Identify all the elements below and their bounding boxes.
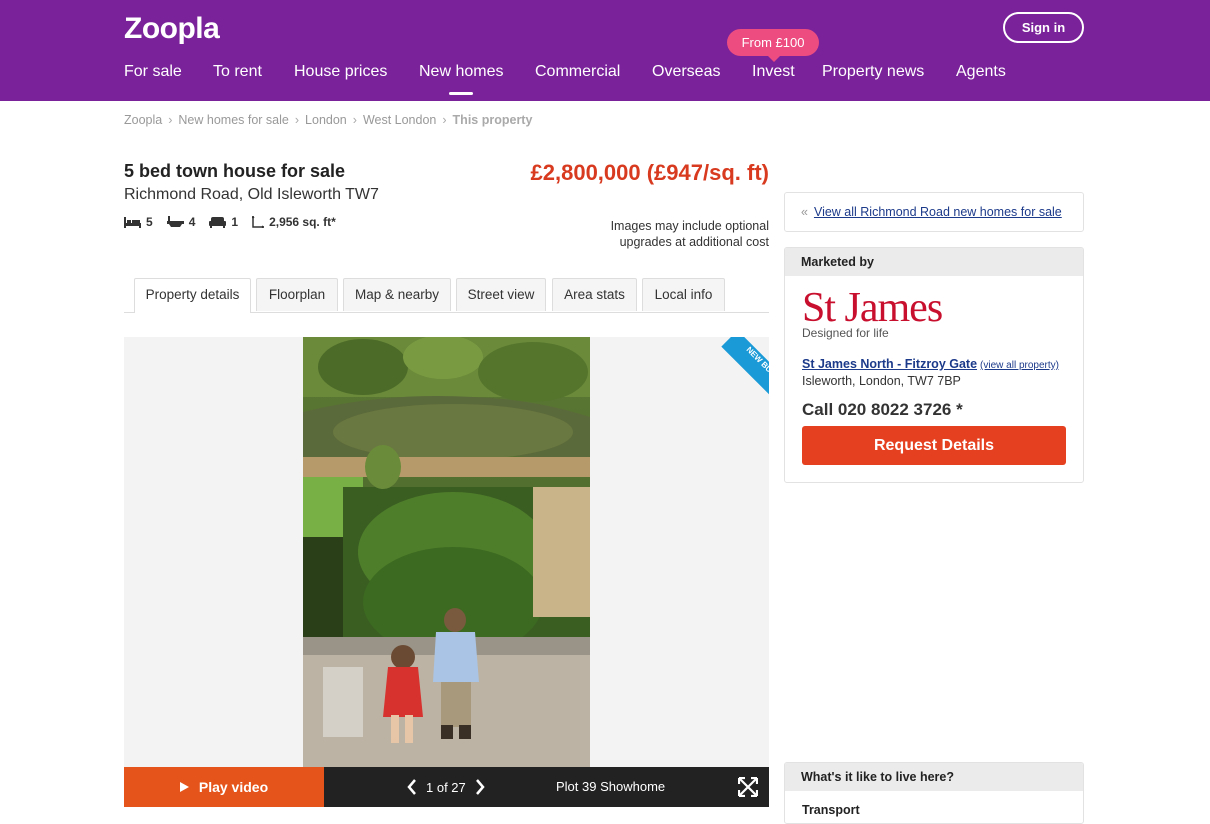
- view-all-development-link[interactable]: View all Richmond Road new homes for sal…: [814, 205, 1062, 219]
- agent-branch-link[interactable]: St James North - Fitzroy Gate (view all p…: [802, 357, 1059, 371]
- agent-phone[interactable]: Call 020 8022 3726 *: [802, 400, 963, 420]
- nav-house-prices[interactable]: House prices: [294, 63, 387, 81]
- beds-count: 5: [146, 215, 153, 229]
- live-here-panel: What's it like to live here? Transport: [784, 762, 1084, 824]
- property-tabs: Property details Floorplan Map & nearby …: [124, 278, 769, 313]
- photo-gallery[interactable]: NEW BUILD: [124, 337, 769, 767]
- breadcrumb-current: This property: [452, 113, 533, 127]
- back-link: « View all Richmond Road new homes for sa…: [801, 205, 1062, 219]
- bed-icon: [124, 217, 141, 228]
- agent-address: Isleworth, London, TW7 7BP: [802, 374, 961, 388]
- nav-for-sale[interactable]: For sale: [124, 63, 182, 81]
- photo-caption: Plot 39 Showhome: [556, 779, 666, 794]
- site-header: Zoopla Sign in From £100 For sale To ren…: [0, 0, 1210, 101]
- double-chevron-left-icon: «: [801, 205, 808, 219]
- next-arrow-icon[interactable]: [472, 767, 488, 807]
- active-nav-indicator: [449, 92, 473, 95]
- nav-invest[interactable]: Invest: [752, 63, 795, 81]
- marketed-by-heading: Marketed by: [785, 248, 1083, 276]
- tab-floorplan[interactable]: Floorplan: [256, 278, 338, 311]
- listing-title: 5 bed town house for sale: [124, 161, 346, 181]
- receptions-count: 1: [231, 215, 239, 229]
- gallery-controls: Play video 1 of 27 Plot 39 Showhome: [124, 767, 769, 807]
- images-disclaimer-line1: Images may include optional: [610, 219, 769, 233]
- area-feature: 2,956 sq. ft*: [252, 215, 336, 229]
- breadcrumb-london[interactable]: London: [305, 113, 347, 127]
- agent-logo-tagline: Designed for life: [802, 326, 889, 340]
- breadcrumb: Zoopla › New homes for sale › London › West Lo…: [124, 113, 532, 127]
- play-icon: [179, 782, 189, 792]
- nav-to-rent[interactable]: To rent: [213, 63, 262, 81]
- beds-feature: 5: [124, 215, 153, 229]
- agent-branch-name[interactable]: St James North - Fitzroy Gate: [802, 357, 977, 371]
- previous-arrow-icon[interactable]: [404, 767, 420, 807]
- tab-area-stats[interactable]: Area stats: [552, 278, 637, 311]
- images-disclaimer: Images may include optional upgrades at …: [560, 218, 769, 250]
- area-size: 2,956 sq. ft*: [269, 215, 336, 229]
- fullscreen-icon[interactable]: [737, 776, 759, 798]
- breadcrumb-new-homes[interactable]: New homes for sale: [178, 113, 288, 127]
- chevron-right-icon: ›: [294, 113, 300, 127]
- area-icon: [252, 216, 265, 228]
- tab-property-details[interactable]: Property details: [134, 278, 251, 313]
- sofa-icon: [209, 217, 227, 228]
- agent-logo[interactable]: St James: [802, 284, 943, 332]
- receptions-feature: 1: [209, 215, 238, 229]
- nav-overseas[interactable]: Overseas: [652, 63, 720, 81]
- zoopla-logo[interactable]: Zoopla: [124, 12, 220, 46]
- property-photo[interactable]: [303, 337, 590, 767]
- garden-photo-image: [303, 337, 590, 767]
- property-features: 5 4 1 2,956 sq. ft*: [124, 215, 350, 229]
- nav-commercial[interactable]: Commercial: [535, 63, 620, 81]
- bath-icon: [166, 216, 184, 227]
- breadcrumb-west-london[interactable]: West London: [363, 113, 436, 127]
- tab-map-nearby[interactable]: Map & nearby: [343, 278, 451, 311]
- gallery-pager: 1 of 27: [404, 767, 488, 807]
- transport-section[interactable]: Transport: [802, 803, 860, 817]
- play-video-button[interactable]: Play video: [124, 767, 324, 807]
- live-here-heading: What's it like to live here?: [785, 763, 1083, 791]
- invest-promo-badge: From £100: [727, 29, 819, 62]
- tab-street-view[interactable]: Street view: [456, 278, 546, 311]
- view-all-property-link[interactable]: (view all property): [980, 360, 1059, 371]
- agent-panel: Marketed by St James Designed for life S…: [784, 247, 1084, 483]
- new-build-ribbon: NEW BUILD: [709, 337, 769, 397]
- breadcrumb-zoopla[interactable]: Zoopla: [124, 113, 162, 127]
- tab-local-info[interactable]: Local info: [642, 278, 725, 311]
- new-build-label: NEW BUILD: [721, 337, 769, 397]
- back-link-box: « View all Richmond Road new homes for sa…: [784, 192, 1084, 232]
- chevron-right-icon: ›: [168, 113, 173, 127]
- nav-property-news[interactable]: Property news: [822, 63, 924, 81]
- photo-counter: 1 of 27: [426, 779, 466, 795]
- play-video-label: Play video: [198, 779, 269, 795]
- baths-count: 4: [188, 215, 196, 229]
- request-details-button[interactable]: Request Details: [802, 426, 1066, 465]
- nav-agents[interactable]: Agents: [956, 63, 1006, 81]
- listing-price: £2,800,000 (£947/sq. ft): [530, 160, 769, 185]
- sign-in-button[interactable]: Sign in: [1003, 12, 1084, 43]
- chevron-right-icon: ›: [442, 113, 447, 127]
- images-disclaimer-line2: upgrades at additional cost: [619, 235, 769, 249]
- nav-new-homes[interactable]: New homes: [419, 63, 503, 81]
- listing-address: Richmond Road, Old Isleworth TW7: [124, 186, 379, 203]
- baths-feature: 4: [166, 215, 196, 229]
- chevron-right-icon: ›: [352, 113, 357, 127]
